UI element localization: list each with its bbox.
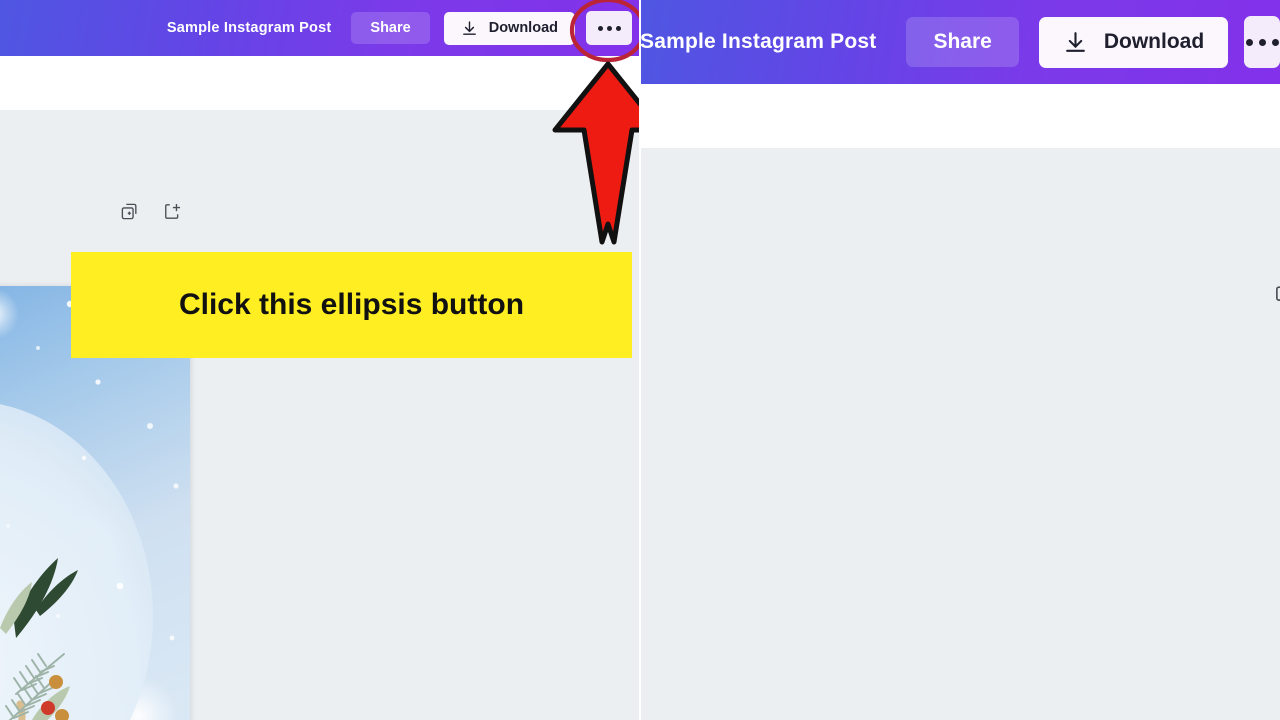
download-icon — [462, 20, 476, 35]
share-button[interactable]: Share — [906, 17, 1019, 67]
app-header-left: Sample Instagram Post Share Download — [0, 0, 640, 56]
ellipsis-icon — [1245, 38, 1253, 46]
editor-body-right — [640, 84, 1280, 720]
add-page-icon[interactable] — [163, 202, 182, 221]
instruction-callout-left: Click this ellipsis button — [71, 252, 632, 358]
page-tools-right — [1274, 280, 1280, 303]
ellipsis-icon — [1258, 38, 1266, 46]
screenshot-root: y is ch — [0, 0, 1280, 720]
app-header-right: Sample Instagram Post Share Download — [640, 0, 1280, 84]
panel-divider — [639, 0, 641, 720]
download-button[interactable]: Download — [1038, 16, 1229, 68]
ellipsis-icon — [597, 25, 603, 31]
download-label: Download — [488, 20, 558, 36]
duplicate-page-icon[interactable] — [120, 202, 139, 221]
right-screenshot-panel: Sample Instagram Post Share Download — [640, 0, 1280, 720]
editor-body-left: y is ch — [0, 56, 640, 720]
document-title: Sample Instagram Post — [640, 30, 877, 53]
callout-text: Click this ellipsis button — [178, 288, 525, 322]
left-screenshot-panel: y is ch — [0, 0, 640, 720]
ellipsis-button[interactable] — [586, 11, 632, 45]
ellipsis-icon — [615, 25, 621, 31]
duplicate-page-icon[interactable] — [1274, 280, 1280, 303]
download-label: Download — [1103, 30, 1205, 53]
ellipsis-icon — [1271, 38, 1279, 46]
page-tools-left — [120, 202, 182, 221]
document-title: Sample Instagram Post — [166, 20, 332, 36]
canvas-area-right — [640, 148, 1280, 720]
download-icon — [1065, 31, 1085, 52]
ellipsis-button[interactable] — [1244, 16, 1280, 68]
download-button[interactable]: Download — [443, 11, 575, 45]
ellipsis-icon — [606, 25, 612, 31]
share-button[interactable]: Share — [351, 12, 430, 44]
canvas-area-left: y is ch — [0, 110, 640, 720]
